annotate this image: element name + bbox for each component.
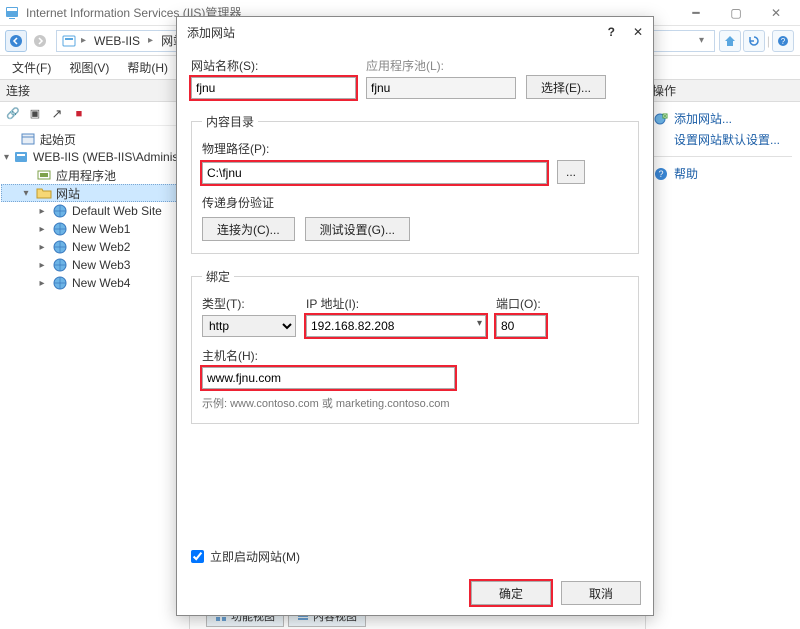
dialog-title-bar: 添加网站 ? ✕ (177, 17, 653, 47)
globe-icon (52, 257, 68, 273)
menu-view[interactable]: 视图(V) (61, 57, 117, 78)
nav-back-button[interactable] (5, 30, 27, 52)
globe-icon (52, 221, 68, 237)
dialog-help-button[interactable]: ? (608, 25, 615, 39)
start-immediately-label: 立即启动网站(M) (210, 548, 300, 565)
breadcrumb-server[interactable]: WEB-IIS (90, 34, 144, 48)
content-dir-legend: 内容目录 (202, 113, 258, 130)
connections-header: 连接 (0, 80, 189, 102)
connections-toolbar: 🔗 ▣ ↗ ■ (0, 102, 189, 126)
tree-site-item[interactable]: ▸Default Web Site (2, 202, 187, 220)
chevron-right-icon: ▸ (81, 35, 86, 46)
globe-add-icon (654, 112, 668, 126)
menu-file[interactable]: 文件(F) (4, 57, 59, 78)
port-input[interactable] (496, 315, 546, 337)
chevron-right-icon: ▸ (148, 35, 153, 46)
home-button[interactable] (719, 30, 741, 52)
start-immediately-checkbox[interactable] (191, 550, 204, 563)
tree-site-item[interactable]: ▸New Web1 (2, 220, 187, 238)
dialog-footer: 确定 取消 (177, 571, 653, 615)
refresh-button[interactable] (743, 30, 765, 52)
stop-icon[interactable]: ■ (70, 105, 88, 123)
site-name-label: 网站名称(S): (191, 57, 356, 74)
svg-text:?: ? (658, 169, 663, 179)
server-icon (61, 33, 77, 49)
minimize-button[interactable]: ━ (676, 1, 716, 25)
browse-path-button[interactable]: ... (557, 160, 585, 184)
actions-panel: 操作 添加网站... 设置网站默认设置... ?帮助 (645, 80, 800, 629)
host-label: 主机名(H): (202, 347, 628, 364)
binding-legend: 绑定 (202, 268, 234, 285)
test-settings-button[interactable]: 测试设置(G)... (305, 217, 410, 241)
physical-path-label: 物理路径(P): (202, 140, 628, 157)
chevron-down-icon[interactable]: ▾ (477, 318, 482, 329)
folder-icon (36, 185, 52, 201)
content-dir-fieldset: 内容目录 物理路径(P): ... 传递身份验证 连接为(C)... 测试设置(… (191, 113, 639, 254)
action-help[interactable]: ?帮助 (654, 163, 792, 184)
menu-help[interactable]: 帮助(H) (119, 57, 176, 78)
tree-site-item[interactable]: ▸New Web3 (2, 256, 187, 274)
ok-button[interactable]: 确定 (471, 581, 551, 605)
connect-as-button[interactable]: 连接为(C)... (202, 217, 295, 241)
window-close-button[interactable]: ✕ (756, 1, 796, 25)
action-set-defaults[interactable]: 设置网站默认设置... (654, 129, 792, 150)
help-icon: ? (654, 167, 668, 181)
app-pool-icon (36, 167, 52, 183)
add-website-dialog: 添加网站 ? ✕ 网站名称(S): 应用程序池(L): 选择(E)... 内容目… (176, 16, 654, 616)
link-reconnect-icon[interactable]: 🔗 (4, 105, 22, 123)
action-add-site[interactable]: 添加网站... (654, 108, 792, 129)
physical-path-input[interactable] (202, 162, 547, 184)
cancel-button[interactable]: 取消 (561, 581, 641, 605)
ip-label: IP 地址(I): (306, 295, 486, 312)
binding-fieldset: 绑定 类型(T): http IP 地址(I): ▾ 端口(O): (191, 268, 639, 424)
nav-forward-button[interactable] (29, 30, 51, 52)
tree-start-page[interactable]: 起始页 (2, 130, 187, 148)
select-app-pool-button[interactable]: 选择(E)... (526, 75, 606, 99)
dialog-close-button[interactable]: ✕ (633, 25, 643, 39)
type-label: 类型(T): (202, 295, 296, 312)
connections-panel: 连接 🔗 ▣ ↗ ■ 起始页 ▾ WEB-IIS (WEB-IIS\Admini… (0, 80, 190, 629)
expand-icon[interactable]: ▣ (26, 105, 44, 123)
maximize-button[interactable]: ▢ (716, 1, 756, 25)
globe-icon (52, 203, 68, 219)
type-select[interactable]: http (202, 315, 296, 337)
port-label: 端口(O): (496, 295, 556, 312)
iis-manager-icon (4, 5, 20, 21)
host-name-input[interactable] (202, 367, 455, 389)
connections-tree: 起始页 ▾ WEB-IIS (WEB-IIS\Administrat 应用程序池… (0, 126, 189, 296)
twisty-expanded-icon[interactable]: ▾ (4, 152, 9, 163)
app-pool-input (366, 77, 516, 99)
globe-icon (52, 239, 68, 255)
site-name-input[interactable] (191, 77, 356, 99)
actions-header: 操作 (646, 80, 800, 102)
svg-text:?: ? (781, 37, 786, 46)
ip-address-input[interactable] (306, 315, 486, 337)
chevron-down-icon[interactable]: ▾ (699, 35, 704, 46)
tree-server[interactable]: ▾ WEB-IIS (WEB-IIS\Administrat (2, 148, 187, 166)
help-button[interactable]: ? (772, 30, 794, 52)
globe-icon (52, 275, 68, 291)
server-icon (13, 149, 29, 165)
passthrough-label: 传递身份验证 (202, 194, 628, 211)
home-icon (20, 131, 36, 147)
dialog-title: 添加网站 (187, 24, 235, 41)
tree-app-pools[interactable]: 应用程序池 (2, 166, 187, 184)
tree-sites-node[interactable]: ▾ 网站 (1, 184, 188, 202)
app-pool-label: 应用程序池(L): (366, 57, 516, 74)
host-example-text: 示例: www.contoso.com 或 marketing.contoso.… (202, 395, 628, 411)
collapse-icon[interactable]: ↗ (48, 105, 66, 123)
twisty-expanded-icon[interactable]: ▾ (20, 188, 32, 199)
tree-site-item[interactable]: ▸New Web4 (2, 274, 187, 292)
tree-site-item[interactable]: ▸New Web2 (2, 238, 187, 256)
